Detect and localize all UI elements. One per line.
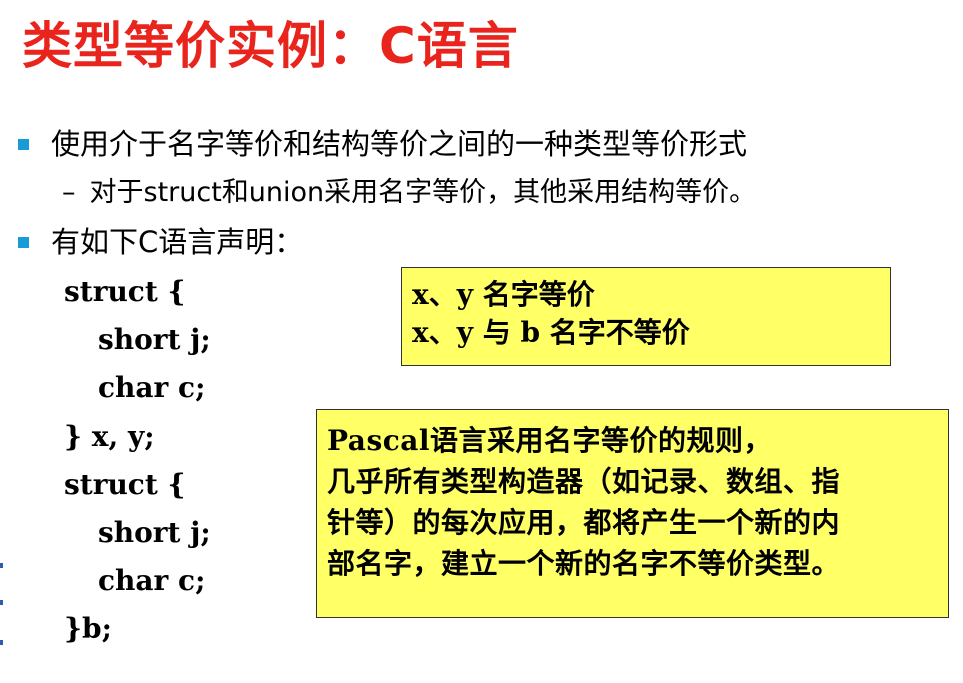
bullet-text-1: 使用介于名字等价和结构等价之间的一种类型等价形式 bbox=[51, 127, 748, 161]
code-line: struct { bbox=[64, 467, 186, 501]
note-line: x、y 与 b 名字不等价 bbox=[412, 316, 690, 349]
code-block: struct { short j; char c; } x, y; struct… bbox=[64, 268, 211, 654]
note-line: 部名字，建立一个新的名字不等价类型。 bbox=[327, 547, 841, 580]
edge-decoration bbox=[0, 600, 3, 605]
sub-bullet-item: – 对于struct和union采用名字等价，其他采用结构等价。 bbox=[62, 174, 756, 212]
sub-bullet-text: 对于struct和union采用名字等价，其他采用结构等价。 bbox=[89, 177, 757, 208]
bullet-item-1: 使用介于名字等价和结构等价之间的一种类型等价形式 bbox=[18, 124, 747, 164]
note-line: 针等）的每次应用，都将产生一个新的内 bbox=[327, 506, 841, 539]
note-line: 几乎所有类型构造器（如记录、数组、指 bbox=[327, 465, 841, 498]
square-bullet-icon bbox=[18, 138, 29, 150]
note-line: x、y 名字等价 bbox=[412, 278, 595, 311]
dash-bullet-icon: – bbox=[62, 177, 76, 208]
code-line: struct { bbox=[64, 275, 186, 308]
name-equivalence-note: x、y 名字等价 x、y 与 b 名字不等价 bbox=[401, 267, 891, 366]
bullet-text-2: 有如下C语言声明： bbox=[51, 225, 304, 259]
slide-title: 类型等价实例：C语言 bbox=[22, 17, 519, 75]
code-line: char c; bbox=[98, 564, 206, 598]
note-line: Pascal语言采用名字等价的规则， bbox=[327, 424, 773, 457]
code-line: char c; bbox=[98, 371, 206, 405]
square-bullet-icon bbox=[18, 236, 29, 248]
bullet-item-2: 有如下C语言声明： bbox=[18, 222, 303, 262]
code-line: short j; bbox=[98, 515, 211, 549]
edge-decoration bbox=[0, 563, 3, 568]
code-line: } x, y; bbox=[64, 419, 155, 453]
pascal-rule-note: Pascal语言采用名字等价的规则， 几乎所有类型构造器（如记录、数组、指 针等… bbox=[316, 409, 949, 618]
code-line: short j; bbox=[98, 323, 211, 357]
code-line: }b; bbox=[64, 612, 112, 646]
edge-decoration bbox=[0, 640, 3, 645]
